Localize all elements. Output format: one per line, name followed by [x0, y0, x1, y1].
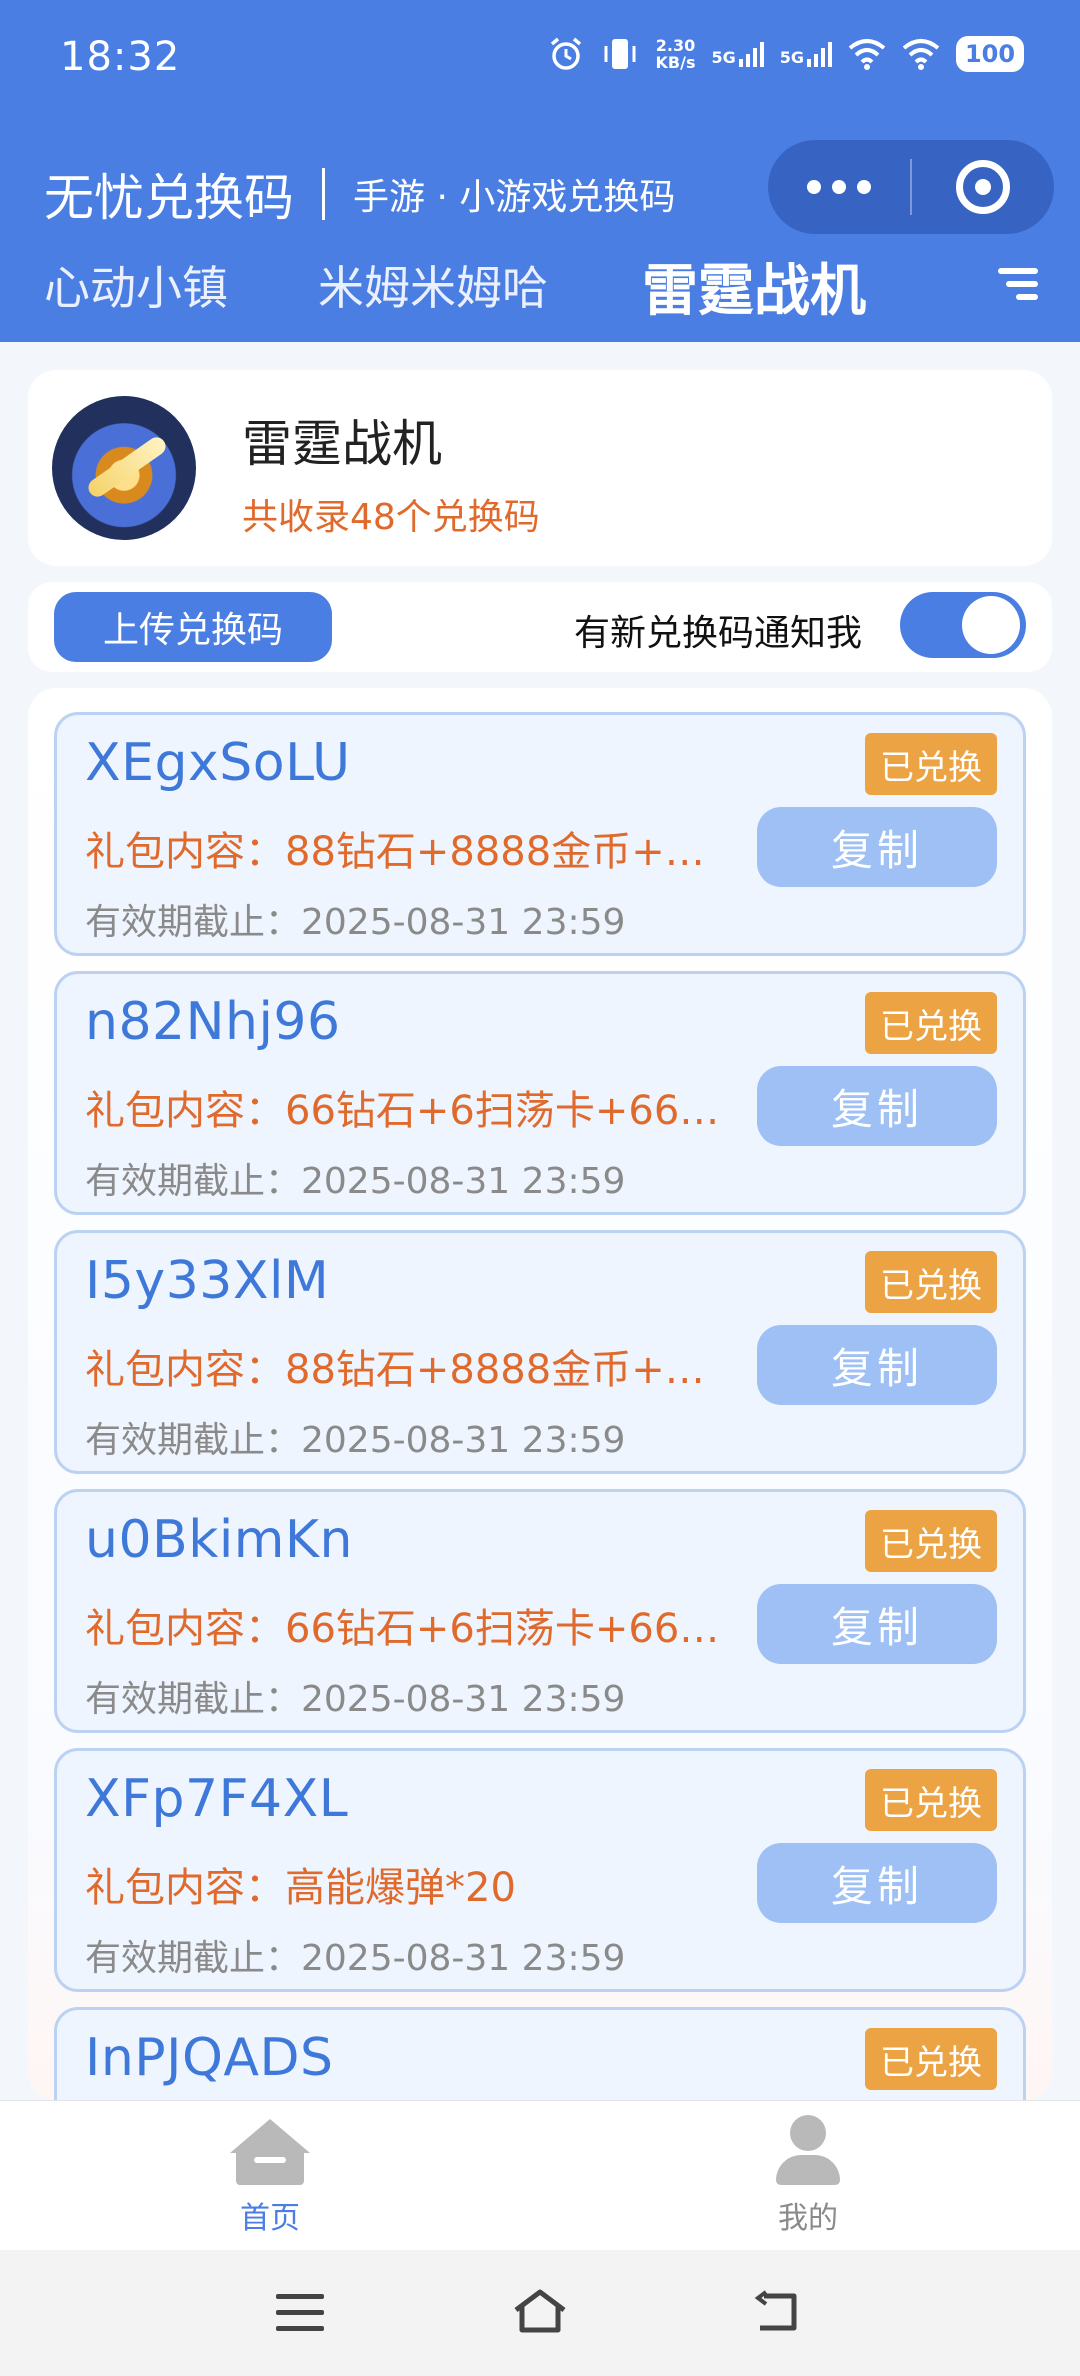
expiry-date: 有效期截止：2025-08-31 23:59 — [85, 902, 626, 943]
notify-label: 有新兑换码通知我 — [574, 613, 863, 654]
code-card: I5y33XlM 已兑换 礼包内容：88钻石+8888金币+8888金币 复制 … — [54, 1230, 1026, 1474]
code-text: u0BkimKn — [85, 1510, 353, 1570]
title-divider — [322, 168, 325, 220]
notify-toggle[interactable] — [900, 592, 1026, 658]
code-count: 共收录48个兑换码 — [242, 497, 540, 538]
bottom-nav: 首页 我的 — [0, 2100, 1080, 2250]
close-target-icon[interactable] — [912, 160, 1054, 214]
net-type-1: 5G — [711, 48, 736, 67]
user-icon — [768, 2115, 848, 2185]
nav-home-label: 首页 — [240, 2201, 300, 2236]
redeemed-badge: 已兑换 — [865, 1769, 997, 1831]
copy-button[interactable]: 复制 — [757, 807, 997, 887]
expiry-date: 有效期截止：2025-08-31 23:59 — [85, 1679, 626, 1720]
copy-button[interactable]: 复制 — [757, 1325, 997, 1405]
copy-button[interactable]: 复制 — [757, 1843, 997, 1923]
game-tabs: 心动小镇 米姆米姆哈 雷霆战机 — [44, 252, 1044, 328]
page: 18:32 2.30 KB/s 5G 5G 100 无忧兑换码 手游 · 小游戏… — [0, 0, 1080, 2376]
code-card: XEgxSoLU 已兑换 礼包内容：88钻石+8888金币+8888金币 复制 … — [54, 712, 1026, 956]
game-avatar — [52, 396, 196, 540]
redeemed-badge: 已兑换 — [865, 1510, 997, 1572]
expiry-date: 有效期截止：2025-08-31 23:59 — [85, 1420, 626, 1461]
system-nav-bar — [0, 2250, 1080, 2376]
header: 18:32 2.30 KB/s 5G 5G 100 无忧兑换码 手游 · 小游戏… — [0, 0, 1080, 342]
signal-1: 5G — [711, 41, 764, 67]
miniprogram-capsule — [768, 140, 1054, 234]
tab-leiting-zhanji[interactable]: 雷霆战机 — [642, 246, 866, 327]
code-text: XEgxSoLU — [85, 733, 351, 793]
home-button-icon[interactable] — [510, 2286, 570, 2336]
more-icon[interactable] — [768, 180, 910, 194]
menu-icon[interactable] — [276, 2294, 324, 2332]
gift-content: 礼包内容：66钻石+6扫荡卡+666金币 — [85, 1606, 725, 1652]
speed-value: 2.30 — [655, 36, 696, 55]
redeemed-badge: 已兑换 — [865, 1251, 997, 1313]
title-row: 无忧兑换码 手游 · 小游戏兑换码 — [44, 158, 675, 230]
code-text: XFp7F4XL — [85, 1769, 349, 1829]
code-text: I5y33XlM — [85, 1251, 330, 1311]
code-list: XEgxSoLU 已兑换 礼包内容：88钻石+8888金币+8888金币 复制 … — [28, 688, 1052, 2100]
network-speed: 2.30 KB/s — [656, 37, 696, 71]
vibrate-icon — [604, 39, 635, 69]
wifi-icon — [848, 39, 886, 70]
status-icons: 2.30 KB/s 5G 5G 100 — [548, 36, 1024, 72]
alarm-icon — [550, 37, 581, 70]
speed-unit: KB/s — [655, 53, 696, 72]
expiry-date: 有效期截止：2025-08-31 23:59 — [85, 1938, 626, 1979]
battery-icon: 100 — [956, 36, 1024, 72]
tab-menu-icon[interactable] — [998, 268, 1038, 302]
gift-content: 礼包内容：66钻石+6扫荡卡+666金币 — [85, 1088, 725, 1134]
copy-button[interactable]: 复制 — [757, 1584, 997, 1664]
action-row: 上传兑换码 有新兑换码通知我 — [28, 582, 1052, 672]
tab-mimu-mimuha[interactable]: 米姆米姆哈 — [318, 252, 548, 318]
gift-content: 礼包内容：88钻石+8888金币+8888金币 — [85, 829, 725, 875]
game-info-card: 雷霆战机 共收录48个兑换码 — [28, 370, 1052, 566]
expiry-date: 有效期截止：2025-08-31 23:59 — [85, 1161, 626, 1202]
game-name: 雷霆战机 — [242, 415, 442, 473]
copy-button[interactable]: 复制 — [757, 1066, 997, 1146]
nav-home[interactable]: 首页 — [170, 2115, 370, 2237]
redeemed-badge: 已兑换 — [865, 992, 997, 1054]
code-text: InPJQADS — [85, 2028, 334, 2088]
net-type-2: 5G — [779, 48, 804, 67]
code-card: InPJQADS 已兑换 复制 — [54, 2007, 1026, 2100]
code-text: n82Nhj96 — [85, 992, 341, 1052]
signal-icon — [738, 42, 764, 67]
toggle-knob — [962, 596, 1020, 654]
status-time: 18:32 — [60, 34, 181, 80]
code-card: n82Nhj96 已兑换 礼包内容：66钻石+6扫荡卡+666金币 复制 有效期… — [54, 971, 1026, 1215]
gift-content: 礼包内容：高能爆弹*20 — [85, 1865, 516, 1911]
status-bar: 18:32 2.30 KB/s 5G 5G 100 — [0, 0, 1080, 120]
signal-2: 5G — [780, 41, 832, 67]
app-title: 无忧兑换码 — [44, 169, 294, 227]
code-card: u0BkimKn 已兑换 礼包内容：66钻石+6扫荡卡+666金币 复制 有效期… — [54, 1489, 1026, 1733]
nav-mine-label: 我的 — [778, 2201, 838, 2236]
tab-xindong-town[interactable]: 心动小镇 — [44, 252, 228, 318]
redeemed-badge: 已兑换 — [865, 733, 997, 795]
redeemed-badge: 已兑换 — [865, 2028, 997, 2090]
upload-code-button[interactable]: 上传兑换码 — [54, 592, 332, 662]
app-subtitle: 手游 · 小游戏兑换码 — [353, 177, 676, 218]
signal-icon — [807, 42, 832, 67]
gift-content: 礼包内容：88钻石+8888金币+8888金币 — [85, 1347, 725, 1393]
home-icon — [230, 2115, 310, 2185]
back-icon[interactable] — [754, 2290, 804, 2334]
nav-mine[interactable]: 我的 — [708, 2115, 908, 2237]
wifi-icon — [902, 39, 940, 70]
code-card: XFp7F4XL 已兑换 礼包内容：高能爆弹*20 复制 有效期截止：2025-… — [54, 1748, 1026, 1992]
